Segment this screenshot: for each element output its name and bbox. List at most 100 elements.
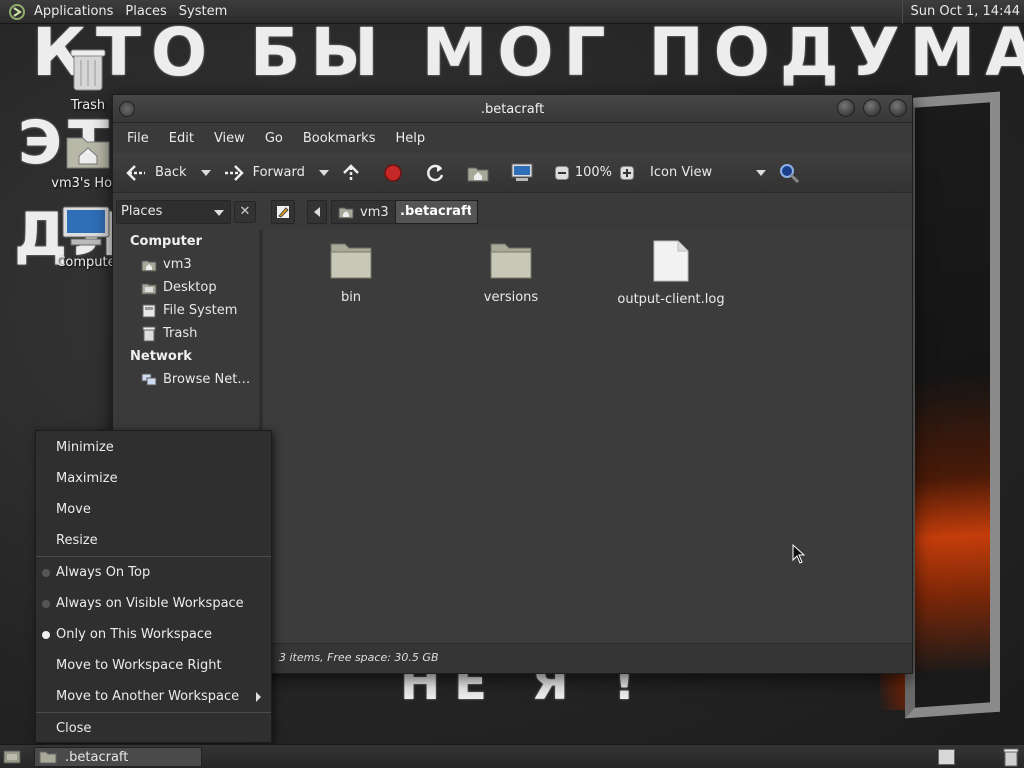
file-view: bin versions output-client.log [267, 230, 912, 644]
chevron-left-icon [314, 207, 320, 217]
file-item-folder[interactable]: bin [291, 240, 411, 305]
forward-label: Forward [252, 165, 305, 180]
text-file-icon [653, 240, 689, 282]
chevron-down-icon[interactable] [756, 169, 767, 176]
forward-arrow-icon [224, 164, 244, 181]
sidebar-heading-computer: Computer [130, 234, 203, 249]
search-button[interactable] [774, 158, 804, 188]
statusbar: 3 items, Free space: 30.5 GB [267, 643, 912, 673]
up-arrow-icon [342, 163, 359, 181]
stop-icon [384, 163, 402, 182]
menu-item-always-on-top[interactable]: Always On Top [36, 557, 271, 588]
sidebar-item-label: vm3 [163, 257, 192, 272]
back-history-dropdown[interactable] [200, 169, 211, 176]
home-folder-icon [338, 207, 354, 219]
menu-item-move[interactable]: Move [36, 494, 271, 525]
menu-item-minimize[interactable]: Minimize [36, 432, 271, 463]
back-label: Back [155, 165, 187, 180]
side-pane-type-select[interactable]: Places [116, 200, 231, 224]
menubar: File Edit View Go Bookmarks Help [113, 123, 912, 153]
zoom-in-icon [620, 165, 635, 180]
close-button[interactable] [889, 99, 907, 117]
forward-button[interactable]: Forward [219, 158, 309, 188]
file-name: versions [483, 290, 539, 305]
drive-icon [141, 303, 157, 319]
view-mode-select[interactable]: Icon View [638, 158, 756, 188]
back-button[interactable]: Back [121, 158, 191, 188]
taskbar-window-button[interactable]: .betacraft [34, 747, 202, 767]
zoom-out-button[interactable]: 100% [551, 158, 616, 188]
breadcrumb-vm3[interactable]: vm3 [331, 200, 396, 224]
wallpaper-frame [905, 91, 1000, 719]
mouse-cursor-icon [792, 544, 806, 564]
menu-applications[interactable]: Applications [28, 4, 119, 19]
menu-item-maximize[interactable]: Maximize [36, 463, 271, 494]
menu-item-label: Always On Top [56, 565, 151, 580]
view-mode-label: Icon View [650, 165, 713, 180]
panel-clock[interactable]: Sun Oct 1, 14:44 [901, 0, 1024, 24]
menu-view[interactable]: View [204, 131, 255, 146]
file-name: output-client.log [617, 292, 725, 307]
sidebar-item-browse-network[interactable]: Browse Net… [113, 368, 259, 391]
network-icon [141, 372, 157, 388]
stop-button[interactable] [379, 158, 407, 188]
location-bar: Places ✕ vm3 .betacraft [113, 194, 912, 230]
computer-button[interactable] [507, 158, 537, 188]
sidebar-item-label: Desktop [163, 280, 217, 295]
desktop-icon [141, 280, 157, 296]
window-titlebar[interactable]: .betacraft [113, 95, 912, 123]
home-folder-icon [66, 137, 110, 169]
trash-applet-icon[interactable] [1002, 747, 1020, 767]
menu-item-always-on-visible-workspace[interactable]: Always on Visible Workspace [36, 588, 271, 619]
workspace-switcher[interactable] [938, 749, 955, 765]
folder-icon [490, 243, 532, 279]
menu-file[interactable]: File [117, 131, 159, 146]
chevron-down-icon [214, 210, 224, 216]
menu-item-resize[interactable]: Resize [36, 525, 271, 556]
menu-bookmarks[interactable]: Bookmarks [293, 131, 386, 146]
menu-places[interactable]: Places [119, 4, 172, 19]
maximize-button[interactable] [863, 99, 881, 117]
menu-go[interactable]: Go [255, 131, 293, 146]
minimize-button[interactable] [837, 99, 855, 117]
menu-item-label: Only on This Workspace [56, 627, 212, 642]
side-pane-type-label: Places [121, 204, 163, 219]
menu-item-close[interactable]: Close [36, 713, 271, 744]
menu-item-label: Always on Visible Workspace [56, 596, 244, 611]
zoom-out-icon [554, 165, 569, 180]
menu-item-move-workspace-right[interactable]: Move to Workspace Right [36, 650, 271, 681]
file-item-text[interactable]: output-client.log [611, 240, 731, 307]
zoom-in-button[interactable] [616, 158, 638, 188]
show-desktop-icon[interactable] [3, 748, 21, 766]
breadcrumb-scroll-left[interactable] [307, 200, 327, 224]
sidebar-item-desktop[interactable]: Desktop [113, 276, 259, 299]
home-icon [141, 257, 157, 273]
pencil-icon [277, 206, 289, 218]
sidebar-item-trash[interactable]: Trash [113, 322, 259, 345]
menu-item-label: Move to Another Workspace [56, 689, 240, 704]
reload-button[interactable] [421, 158, 449, 188]
close-side-pane-button[interactable]: ✕ [234, 201, 256, 223]
menu-system[interactable]: System [173, 4, 233, 19]
radio-checked-icon [42, 631, 50, 639]
distro-logo-icon[interactable] [6, 1, 28, 23]
submenu-arrow-icon [256, 692, 261, 702]
back-arrow-icon [126, 164, 145, 181]
breadcrumb-current[interactable]: .betacraft [395, 200, 478, 224]
sidebar-item-vm3[interactable]: vm3 [113, 253, 259, 276]
up-button[interactable] [337, 158, 365, 188]
window-context-menu: Minimize Maximize Move Resize Always On … [35, 430, 272, 743]
breadcrumb-scroll-right[interactable] [471, 206, 476, 216]
menu-item-only-this-workspace[interactable]: Only on This Workspace [36, 619, 271, 650]
menu-help[interactable]: Help [385, 131, 435, 146]
edit-location-button[interactable] [271, 200, 295, 224]
reload-icon [426, 164, 444, 181]
menu-item-move-another-workspace[interactable]: Move to Another Workspace [36, 681, 271, 712]
file-name: bin [340, 290, 362, 305]
forward-history-dropdown[interactable] [318, 169, 329, 176]
window-title: .betacraft [480, 102, 545, 117]
sidebar-item-filesystem[interactable]: File System [113, 299, 259, 322]
home-button[interactable] [463, 158, 493, 188]
file-item-folder[interactable]: versions [451, 240, 571, 305]
menu-edit[interactable]: Edit [159, 131, 204, 146]
